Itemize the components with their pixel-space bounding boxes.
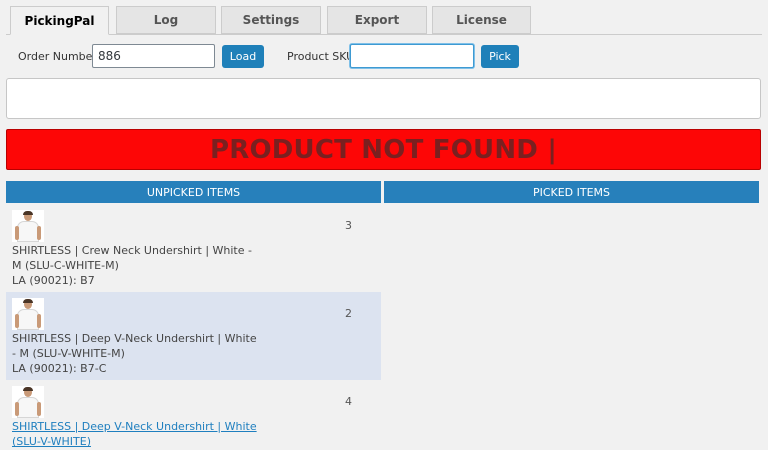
unpicked-item: 2 SHIRTLESS | Deep V-Neck Undershirt | W… [6, 292, 381, 380]
message-box [6, 78, 761, 119]
tab-license[interactable]: License [432, 6, 531, 34]
product-sku-label: Product SKU [287, 50, 355, 63]
item-location: LA (90021): B7-C [12, 362, 107, 375]
item-name-link[interactable]: SHIRTLESS | Deep V-Neck Undershirt | Whi… [12, 419, 262, 449]
item-name: SHIRTLESS | Crew Neck Undershirt | White… [12, 244, 252, 272]
order-number-label: Order Number [18, 50, 97, 63]
unpicked-items-header: UNPICKED ITEMS [6, 181, 381, 203]
tab-settings[interactable]: Settings [221, 6, 321, 34]
item-quantity: 3 [345, 219, 352, 232]
product-thumbnail [12, 386, 44, 418]
tab-bar: PickingPal Log Settings Export License [0, 0, 768, 36]
picked-items-list [384, 204, 759, 444]
item-quantity: 4 [345, 395, 352, 408]
item-quantity: 2 [345, 307, 352, 320]
unpicked-item: 3 SHIRTLESS | Crew Neck Undershirt | Whi… [6, 204, 381, 292]
product-thumbnail [12, 298, 44, 330]
tab-export[interactable]: Export [327, 6, 427, 34]
product-thumbnail [12, 210, 44, 242]
pick-button[interactable]: Pick [481, 45, 519, 68]
product-not-found-alert: PRODUCT NOT FOUND | [6, 129, 761, 170]
tab-bar-divider [6, 34, 762, 35]
item-name: SHIRTLESS | Deep V-Neck Undershirt | Whi… [12, 332, 257, 360]
unpicked-item: 4 SHIRTLESS | Deep V-Neck Undershirt | W… [6, 380, 381, 450]
item-location: LA (90021): B7 [12, 274, 95, 287]
order-number-input[interactable] [92, 44, 215, 68]
product-sku-input[interactable] [350, 44, 474, 68]
picked-items-header: PICKED ITEMS [384, 181, 759, 203]
tab-log[interactable]: Log [116, 6, 216, 34]
tab-pickingpal[interactable]: PickingPal [10, 6, 109, 35]
load-button[interactable]: Load [222, 45, 264, 68]
